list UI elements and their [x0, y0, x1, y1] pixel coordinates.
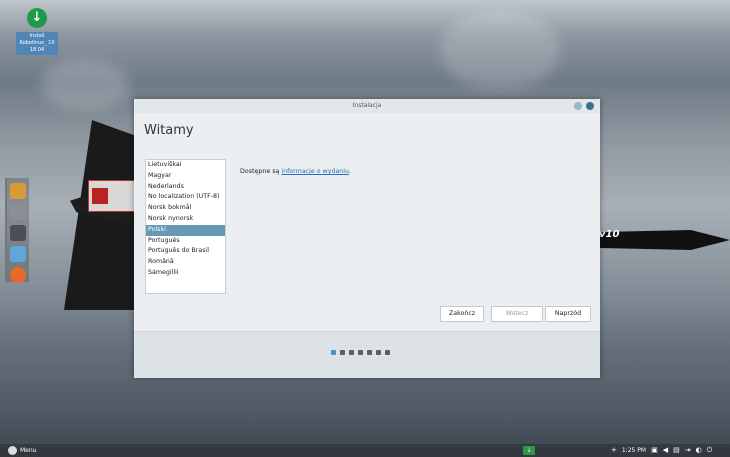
installer-window: Instalacja Witamy Lietuviškai Magyar Neder… — [134, 99, 600, 378]
forward-button[interactable]: Naprzód — [545, 306, 591, 322]
dock-app-icon[interactable] — [10, 204, 26, 220]
install-desktop-label: Install Robolinux_ 10 18.04 — [16, 32, 58, 55]
language-option[interactable]: Polski — [146, 224, 225, 236]
plus-icon[interactable]: + — [611, 444, 617, 457]
wallpaper-plane-logo — [88, 180, 136, 212]
menu-label: Menu — [20, 447, 37, 454]
folder-icon[interactable] — [10, 246, 26, 262]
sky-light — [440, 10, 560, 90]
language-option[interactable]: Lietuviškai — [146, 160, 225, 171]
logout-icon[interactable]: ⇥ — [685, 444, 691, 457]
network-icon[interactable]: ▣ — [651, 444, 658, 457]
language-option[interactable]: Română — [146, 257, 225, 268]
release-notes-text: Dostępne są informacje o wydaniu. — [240, 168, 352, 175]
wallpaper-plane-text: v10 — [599, 229, 620, 240]
language-option[interactable]: Magyar — [146, 171, 225, 182]
volume-icon[interactable]: ◀ — [663, 444, 668, 457]
back-button[interactable]: Wstecz — [491, 306, 543, 322]
power-icon[interactable]: ⏻ — [707, 444, 713, 457]
minimize-icon[interactable] — [574, 102, 582, 110]
language-option[interactable]: Norsk bokmål — [146, 203, 225, 214]
step-dot — [331, 350, 336, 355]
clock[interactable]: 1:25 PM — [622, 444, 646, 457]
system-tray: + 1:25 PM ▣ ◀ ▤ ⇥ ◐ ⏻ — [611, 444, 712, 457]
step-dot — [376, 350, 381, 355]
dock-app-icon[interactable] — [10, 225, 26, 241]
window-footer — [134, 331, 600, 378]
window-titlebar[interactable]: Instalacja — [134, 99, 600, 113]
step-dot — [385, 350, 390, 355]
language-option[interactable]: Português — [146, 236, 225, 247]
menu-icon — [8, 446, 17, 455]
step-dot — [349, 350, 354, 355]
language-list[interactable]: Lietuviškai Magyar Nederlands No localizati… — [145, 159, 226, 294]
night-mode-icon[interactable]: ◐ — [696, 444, 702, 457]
language-option[interactable]: Português do Brasil — [146, 246, 225, 257]
notes-icon[interactable]: ▤ — [673, 444, 680, 457]
page-title: Witamy — [144, 123, 194, 138]
language-option[interactable]: Nederlands — [146, 182, 225, 193]
step-dot — [367, 350, 372, 355]
step-indicator — [331, 350, 390, 355]
install-desktop-icon[interactable]: ↓ Install Robolinux_ 10 18.04 — [16, 8, 58, 55]
release-notes-link[interactable]: informacje o wydaniu — [281, 168, 349, 175]
step-dot — [340, 350, 345, 355]
language-option[interactable]: Sámegillii — [146, 268, 225, 279]
language-option[interactable]: No localization (UTF-8) — [146, 192, 225, 203]
dock-app-icon[interactable] — [10, 183, 26, 199]
download-icon: ↓ — [27, 8, 47, 28]
language-option[interactable]: Norsk nynorsk — [146, 214, 225, 225]
quit-button[interactable]: Zakończ — [440, 306, 484, 322]
taskbar-installer-item[interactable]: ↓ — [523, 446, 535, 455]
close-icon[interactable] — [586, 102, 594, 110]
wallpaper-plane-nose — [600, 230, 730, 250]
menu-button[interactable]: Menu — [8, 444, 36, 457]
taskbar: Menu ↓ + 1:25 PM ▣ ◀ ▤ ⇥ ◐ ⏻ — [0, 444, 730, 457]
app-dock — [5, 178, 29, 283]
browser-icon[interactable] — [10, 267, 26, 283]
step-dot — [358, 350, 363, 355]
window-title: Instalacja — [352, 102, 382, 109]
sky-light — [40, 60, 130, 110]
